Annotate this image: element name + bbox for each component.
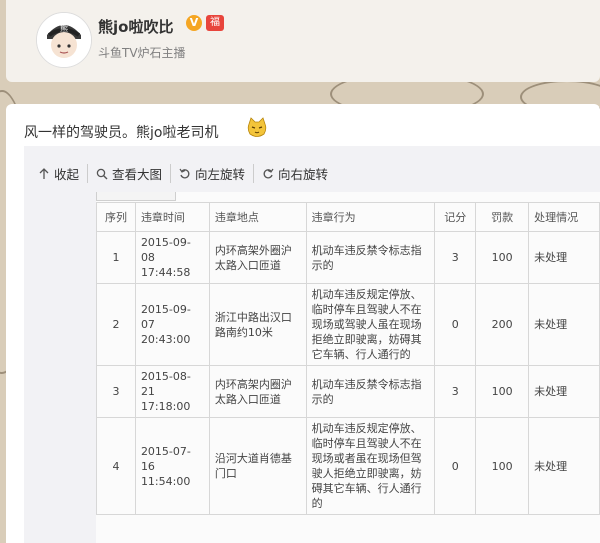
cell-time: 2015-09-08 17:44:58 [134, 231, 210, 284]
header-act: 违章行为 [305, 202, 436, 232]
post-text: 风一样的驾驶员。熊jo啦老司机 [24, 125, 219, 141]
cell-status: 未处理 [528, 283, 600, 366]
cell-fine: 200 [475, 283, 530, 366]
cell-seq: 2 [96, 283, 136, 366]
cell-act: 机动车违反禁令标志指示的 [305, 231, 436, 284]
cell-status: 未处理 [528, 417, 600, 515]
cell-points: 0 [434, 283, 477, 366]
collapse-button[interactable]: 收起 [38, 164, 89, 183]
attached-image[interactable]: 序列 违章时间 违章地点 违章行为 记分 罚款 处理情况 1 2015-09-0… [96, 192, 600, 543]
avatar-illustration-icon: 熊 [37, 13, 91, 67]
cell-place: 内环高架内圈沪太路入口匝道 [208, 365, 307, 418]
header-status: 处理情况 [528, 202, 600, 232]
image-toolbar: 收起 查看大图 向左旋转 向右旋转 [38, 164, 336, 183]
svg-text:熊: 熊 [60, 23, 68, 33]
header-points: 记分 [434, 202, 477, 232]
cell-seq: 1 [96, 231, 136, 284]
rotate-right-label: 向右旋转 [278, 167, 329, 182]
rotate-right-icon [263, 168, 274, 178]
rotate-right-button[interactable]: 向右旋转 [254, 164, 336, 183]
image-tab-edge [96, 192, 176, 201]
cell-points: 0 [434, 417, 477, 515]
post-card: 风一样的驾驶员。熊jo啦老司机 收起 查看大图 向左旋转 向右旋转 序列 违章时… [6, 104, 600, 543]
search-icon [96, 168, 108, 179]
view-large-label: 查看大图 [112, 167, 163, 182]
cell-time: 2015-08-21 17:18:00 [134, 365, 210, 418]
header-seq: 序列 [96, 202, 136, 232]
cell-fine: 100 [475, 417, 530, 515]
cat-face-icon [247, 117, 267, 137]
cell-points: 3 [434, 365, 477, 418]
table-header-row: 序列 违章时间 违章地点 违章行为 记分 罚款 处理情况 [96, 202, 600, 232]
cell-time: 2015-07-16 11:54:00 [134, 417, 210, 515]
rotate-left-label: 向左旋转 [195, 167, 246, 182]
header-time: 违章时间 [134, 202, 210, 232]
cell-time: 2015-09-07 20:43:00 [134, 283, 210, 366]
collapse-label: 收起 [54, 167, 80, 182]
profile-card: 熊 熊jo啦吹比 V 福 斗鱼TV炉石主播 [6, 0, 600, 82]
cell-seq: 3 [96, 365, 136, 418]
cell-status: 未处理 [528, 365, 600, 418]
cell-fine: 100 [475, 365, 530, 418]
violations-table: 序列 违章时间 违章地点 违章行为 记分 罚款 处理情况 1 2015-09-0… [96, 202, 600, 515]
cell-place: 内环高架外圈沪太路入口匝道 [208, 231, 307, 284]
member-badge-icon: 福 [206, 15, 224, 31]
cell-act: 机动车违反禁令标志指示的 [305, 365, 436, 418]
user-description: 斗鱼TV炉石主播 [98, 46, 186, 60]
table-row: 1 2015-09-08 17:44:58 内环高架外圈沪太路入口匝道 机动车违… [96, 231, 600, 284]
username[interactable]: 熊jo啦吹比 [98, 16, 173, 37]
avatar[interactable]: 熊 [36, 12, 92, 68]
cell-place: 沿河大道肖德基门口 [208, 417, 307, 515]
arrow-up-icon [39, 167, 49, 179]
header-place: 违章地点 [208, 202, 307, 232]
cell-fine: 100 [475, 231, 530, 284]
table-row: 2 2015-09-07 20:43:00 浙江中路出汉口路南约10米 机动车违… [96, 283, 600, 366]
cell-act: 机动车违反规定停放、临时停车且驾驶人不在现场或驾驶人虽在现场拒绝立即驶离，妨碍其… [305, 283, 436, 366]
cell-place: 浙江中路出汉口路南约10米 [208, 283, 307, 366]
view-large-button[interactable]: 查看大图 [88, 164, 172, 183]
rotate-left-icon [179, 168, 190, 178]
rotate-left-button[interactable]: 向左旋转 [171, 164, 255, 183]
cell-act: 机动车违反规定停放、临时停车且驾驶人不在现场或者虽在现场但驾驶人拒绝立即驶离，妨… [305, 417, 436, 515]
image-viewer: 收起 查看大图 向左旋转 向右旋转 序列 违章时间 违章地点 违章行为 记分 罚… [24, 146, 600, 543]
cell-points: 3 [434, 231, 477, 284]
table-row: 4 2015-07-16 11:54:00 沿河大道肖德基门口 机动车违反规定停… [96, 417, 600, 515]
verified-badge-icon: V [186, 15, 202, 31]
cell-seq: 4 [96, 417, 136, 515]
header-fine: 罚款 [475, 202, 530, 232]
table-row: 3 2015-08-21 17:18:00 内环高架内圈沪太路入口匝道 机动车违… [96, 365, 600, 418]
cell-status: 未处理 [528, 231, 600, 284]
